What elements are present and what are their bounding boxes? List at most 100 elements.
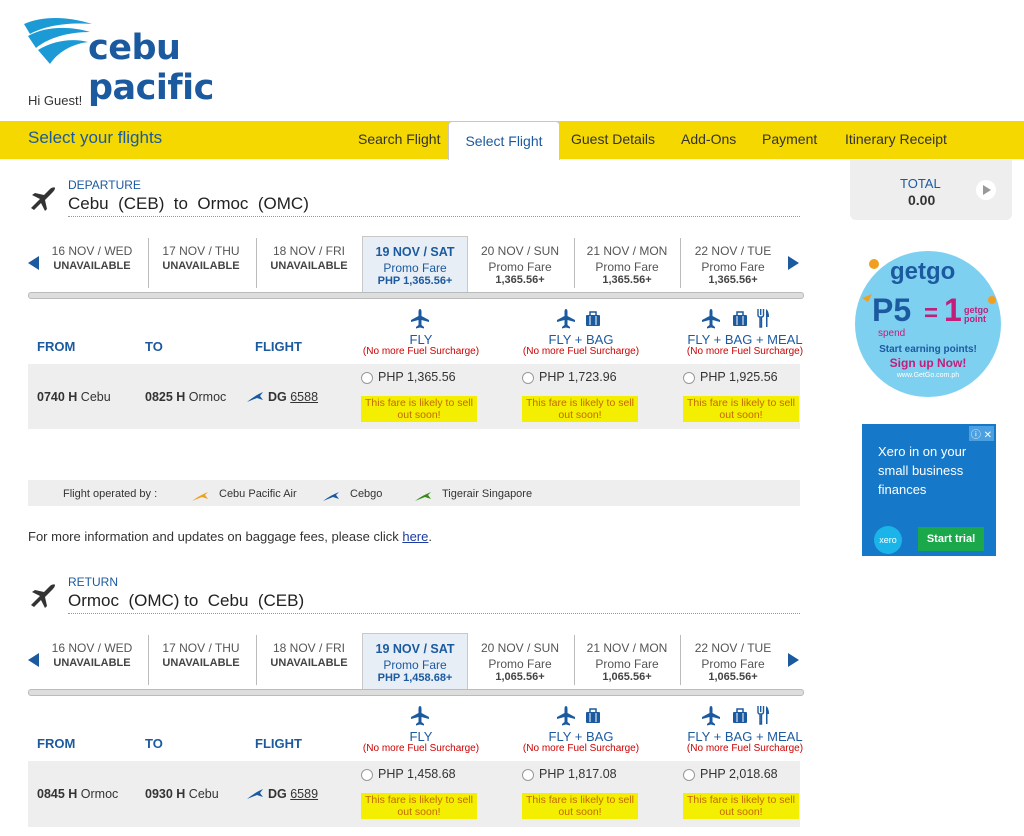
cebgo-plane-icon	[246, 390, 264, 409]
route-divider	[68, 216, 800, 217]
departure-route: Cebu (CEB) to Ormoc (OMC)	[68, 194, 309, 213]
cebu-pacific-plane-icon	[191, 489, 209, 507]
col-from: FROM	[37, 736, 76, 751]
cebgo-plane-icon	[322, 489, 340, 507]
fare-radio-fly[interactable]	[361, 769, 373, 781]
start-trial-button[interactable]: Start trial	[918, 527, 984, 551]
fare-note: (No more Fuel Surcharge)	[362, 346, 480, 357]
col-flight: FLIGHT	[255, 736, 302, 751]
xero-logo: xero	[874, 526, 902, 554]
carrier-name: Cebgo	[350, 488, 383, 500]
fare-fly-bag: FLY + BAG	[548, 729, 614, 744]
step-select-flight[interactable]: Select Flight	[448, 121, 560, 160]
xero-ad[interactable]: ⓘ ✕ Xero in on your small business finan…	[862, 424, 996, 556]
date-option: 17 NOV / THU UNAVAILABLE	[148, 238, 253, 288]
date-option: 18 NOV / FRI UNAVAILABLE	[256, 238, 361, 288]
plane-icon	[555, 308, 577, 335]
baggage-info: For more information and updates on bagg…	[28, 529, 432, 544]
fare-fly: FLY	[409, 729, 433, 744]
active-step-pointer	[495, 158, 511, 166]
baggage-icon	[585, 311, 601, 332]
tigerair-plane-icon	[414, 489, 432, 507]
fare-note: (No more Fuel Surcharge)	[686, 346, 804, 357]
fare-fly: FLY	[409, 332, 433, 347]
getgo-ad-spend: spend	[878, 328, 906, 339]
step-guest-details[interactable]: Guest Details	[571, 131, 655, 147]
fare-radio-fly-bag-meal[interactable]	[683, 769, 695, 781]
date-option-selected[interactable]: 19 NOV / SAT Promo Fare PHP 1,458.68+	[362, 633, 468, 690]
sellout-warning: This fare is likely to sell out soon!	[361, 396, 477, 422]
step-payment[interactable]: Payment	[762, 131, 817, 147]
carrier-name: Tigerair Singapore	[442, 488, 533, 500]
getgo-ad[interactable]: getgo P5 spend = 1 getgo point Start ear…	[852, 248, 1004, 398]
col-to: TO	[145, 339, 163, 354]
getgo-ad-line2: Sign up Now!	[889, 356, 967, 370]
date-option: 18 NOV / FRI UNAVAILABLE	[256, 635, 361, 685]
dep-time-cell: 0845 H Ormoc	[37, 787, 119, 801]
return-plane-icon	[28, 579, 58, 614]
col-to: TO	[145, 736, 163, 751]
fare-price: PHP 2,018.68	[700, 767, 778, 781]
date-option: 16 NOV / WED UNAVAILABLE	[51, 641, 133, 669]
plane-icon	[409, 308, 431, 335]
ad-choices-icon[interactable]: ⓘ ✕	[968, 426, 994, 441]
fare-price: PHP 1,365.56	[378, 370, 456, 384]
sellout-warning: This fare is likely to sell out soon!	[683, 793, 799, 819]
fare-radio-fly-bag-meal[interactable]	[683, 372, 695, 384]
getgo-ad-equals: =	[924, 300, 939, 327]
cebu-pacific-logo[interactable]: cebu pacific	[22, 14, 292, 108]
prev-dates-arrow[interactable]	[28, 256, 39, 270]
return-label: RETURN	[68, 575, 118, 589]
nav-title: Select your flights	[28, 128, 163, 147]
dep-time-cell: 0740 H Cebu	[37, 390, 111, 404]
fare-radio-fly[interactable]	[361, 372, 373, 384]
cebgo-plane-icon	[246, 787, 264, 806]
fare-note: (No more Fuel Surcharge)	[522, 346, 640, 357]
arr-time-cell: 0825 H Ormoc	[145, 390, 227, 404]
meal-icon	[756, 705, 770, 730]
step-itinerary-receipt[interactable]: Itinerary Receipt	[845, 131, 947, 147]
date-option[interactable]: 22 NOV / TUE Promo Fare 1,365.56+	[680, 238, 785, 288]
date-option[interactable]: 21 NOV / MON Promo Fare 1,365.56+	[574, 238, 679, 288]
xero-ad-text: Xero in on your small business finances	[878, 444, 967, 497]
flight-number[interactable]: DG 6589	[268, 787, 318, 801]
next-dates-arrow[interactable]	[788, 653, 799, 667]
step-search-flight[interactable]: Search Flight	[358, 131, 440, 147]
date-option[interactable]: 21 NOV / MON Promo Fare 1,065.56+	[574, 635, 679, 685]
fare-fly-bag-meal: FLY + BAG + MEAL	[687, 332, 803, 347]
getgo-ad-big: P5	[872, 292, 912, 328]
fare-note: (No more Fuel Surcharge)	[522, 743, 640, 754]
next-dates-arrow[interactable]	[788, 256, 799, 270]
fare-price: PHP 1,817.08	[539, 767, 617, 781]
flight-number[interactable]: DG 6588	[268, 390, 318, 404]
fare-note: (No more Fuel Surcharge)	[686, 743, 804, 754]
fare-radio-fly-bag[interactable]	[522, 769, 534, 781]
sellout-warning: This fare is likely to sell out soon!	[361, 793, 477, 819]
sellout-warning: This fare is likely to sell out soon!	[522, 396, 638, 422]
date-option-selected[interactable]: 19 NOV / SAT Promo Fare PHP 1,365.56+	[362, 236, 468, 293]
arr-time-cell: 0930 H Cebu	[145, 787, 219, 801]
step-add-ons[interactable]: Add-Ons	[681, 131, 736, 147]
date-scrollbar[interactable]	[28, 689, 804, 696]
carrier-name: Cebu Pacific Air	[219, 488, 297, 500]
sellout-warning: This fare is likely to sell out soon!	[683, 396, 799, 422]
date-scrollbar[interactable]	[28, 292, 804, 299]
departure-plane-icon	[28, 182, 58, 217]
plane-icon	[555, 705, 577, 732]
getgo-ad-brand: getgo	[890, 258, 956, 285]
getgo-ad-line1: Start earning points!	[879, 344, 977, 355]
prev-dates-arrow[interactable]	[28, 653, 39, 667]
expand-total-icon[interactable]	[976, 180, 996, 200]
baggage-info-link[interactable]: here	[402, 529, 428, 544]
fare-radio-fly-bag[interactable]	[522, 372, 534, 384]
fare-price: PHP 1,458.68	[378, 767, 456, 781]
fare-fly-bag: FLY + BAG	[548, 332, 614, 347]
date-option[interactable]: 20 NOV / SUN Promo Fare 1,065.56+	[468, 635, 572, 685]
fare-price: PHP 1,925.56	[700, 370, 778, 384]
date-option: 16 NOV / WED UNAVAILABLE	[51, 244, 133, 272]
date-option[interactable]: 20 NOV / SUN Promo Fare 1,365.56+	[468, 238, 572, 288]
date-option[interactable]: 22 NOV / TUE Promo Fare 1,065.56+	[680, 635, 785, 685]
sellout-warning: This fare is likely to sell out soon!	[522, 793, 638, 819]
col-from: FROM	[37, 339, 76, 354]
total-value: 0.00	[908, 192, 936, 208]
